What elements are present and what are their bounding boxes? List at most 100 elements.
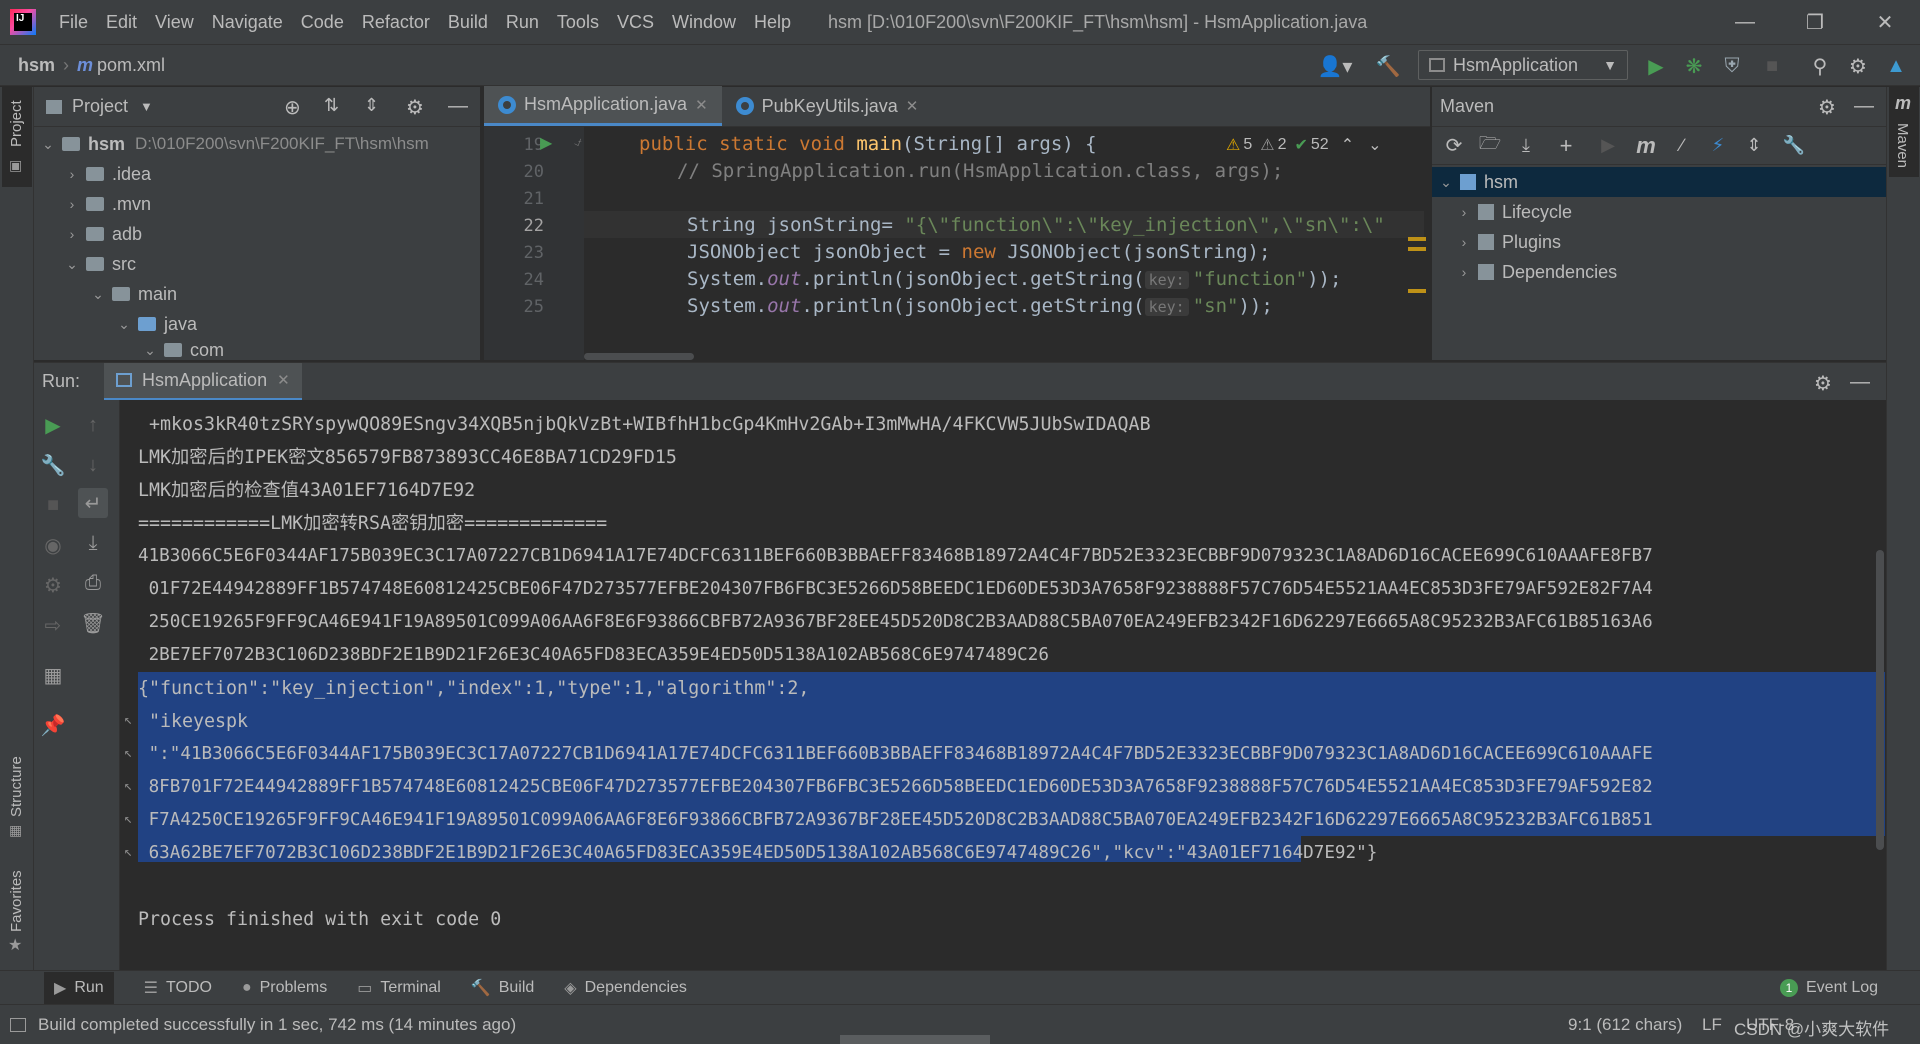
pin-icon[interactable]: 📌 bbox=[38, 710, 68, 740]
bottom-tab-build[interactable]: 🔨 Build bbox=[471, 978, 535, 998]
bottom-tab-dependencies[interactable]: ◈ Dependencies bbox=[564, 978, 687, 998]
wrench-icon[interactable]: 🔧 bbox=[38, 450, 68, 480]
run-icon[interactable]: ▶ bbox=[1641, 51, 1671, 81]
tab-pubkeyutils[interactable]: PubKeyUtils.java ✕ bbox=[722, 86, 933, 126]
menu-file[interactable]: File bbox=[50, 12, 97, 33]
bottom-tab-terminal[interactable]: ▭ Terminal bbox=[357, 978, 441, 998]
settings-icon[interactable]: ⚙ bbox=[38, 570, 68, 600]
stop-icon[interactable]: ■ bbox=[1757, 51, 1787, 81]
run-maven-icon[interactable]: ▶ bbox=[1588, 135, 1628, 156]
execute-goal-icon[interactable]: m bbox=[1628, 133, 1664, 159]
maven-wrench-icon[interactable]: 🔧 bbox=[1772, 135, 1816, 156]
menu-navigate[interactable]: Navigate bbox=[203, 12, 292, 33]
code-line-20[interactable]: // SpringApplication.run(HsmApplication.… bbox=[677, 160, 1283, 182]
run-configuration-select[interactable]: HsmApplication ▼ bbox=[1418, 50, 1628, 80]
favorites-stripe-label[interactable]: Favorites bbox=[8, 870, 25, 932]
error-stripe-mark[interactable] bbox=[1408, 247, 1426, 251]
project-panel-title[interactable]: Project bbox=[72, 96, 128, 117]
fold-icon[interactable]: ⍻ bbox=[574, 133, 582, 150]
console-vertical-scrollbar[interactable] bbox=[1876, 550, 1884, 850]
download-icon[interactable]: ⤓ bbox=[1508, 135, 1544, 156]
code-line-23[interactable]: JSONObject jsonObject = new JSONObject(j… bbox=[687, 241, 1270, 263]
collapse-all-icon[interactable]: ⇕ bbox=[364, 95, 379, 116]
menu-refactor[interactable]: Refactor bbox=[353, 12, 439, 33]
structure-stripe-label[interactable]: Structure bbox=[8, 756, 25, 817]
locate-target-icon[interactable]: ⊕ bbox=[284, 95, 301, 120]
toolbox-icon[interactable]: ▲ bbox=[1881, 51, 1911, 81]
exit-icon[interactable]: ⇨ bbox=[38, 610, 68, 640]
line-separator[interactable]: LF bbox=[1702, 1015, 1722, 1035]
minimize-icon[interactable]: — bbox=[1710, 0, 1780, 44]
caret-position[interactable]: 9:1 (612 chars) bbox=[1568, 1015, 1682, 1035]
menu-help[interactable]: Help bbox=[745, 12, 800, 33]
code-line-24[interactable]: System.out.println(jsonObject.getString(… bbox=[687, 268, 1341, 290]
horizontal-scrollbar[interactable] bbox=[584, 353, 694, 360]
project-settings-gear-icon[interactable]: ⚙ bbox=[406, 95, 424, 120]
chevron-up-icon[interactable]: ⌃ bbox=[1341, 135, 1354, 155]
event-log-button[interactable]: 1 Event Log bbox=[1780, 979, 1878, 997]
console-output[interactable]: +mkos3kR40tzSRYspywQO89ESngv34XQB5njbQkV… bbox=[120, 400, 1886, 970]
scroll-down-icon[interactable]: ↓ bbox=[78, 450, 108, 480]
inspection-widget[interactable]: ⚠ 5 ⚠ 2 ✔ 52 ⌃ ⌄ bbox=[1226, 133, 1426, 157]
code-line-19[interactable]: public static void main(String[] args) { bbox=[639, 133, 1097, 155]
bottom-tab-todo[interactable]: ☰ TODO bbox=[144, 978, 212, 998]
tab-hsmapplication[interactable]: HsmApplication.java ✕ bbox=[484, 86, 722, 126]
error-stripe-mark[interactable] bbox=[1408, 289, 1426, 293]
menu-window[interactable]: Window bbox=[663, 12, 745, 33]
stop-icon[interactable]: ■ bbox=[38, 490, 68, 520]
code-line-25[interactable]: System.out.println(jsonObject.getString(… bbox=[687, 295, 1273, 317]
hide-panel-icon[interactable]: — bbox=[1850, 371, 1870, 394]
menu-tools[interactable]: Tools bbox=[548, 12, 608, 33]
bottom-tab-run[interactable]: ▶ Run bbox=[44, 971, 114, 1004]
collapse-all-icon[interactable]: ⇕ bbox=[1736, 135, 1772, 156]
chevron-down-icon[interactable]: ▼ bbox=[140, 99, 153, 114]
hide-panel-icon[interactable]: — bbox=[1854, 95, 1874, 118]
menu-code[interactable]: Code bbox=[292, 12, 353, 33]
skip-tests-icon[interactable]: ⚡ bbox=[1700, 135, 1736, 156]
project-stripe-label[interactable]: Project bbox=[8, 100, 25, 147]
tree-item-com[interactable]: ⌄ com bbox=[142, 335, 224, 365]
search-icon[interactable]: ⚲ bbox=[1805, 51, 1835, 81]
chevron-down-icon[interactable]: ⌄ bbox=[1368, 135, 1381, 155]
tree-item-mvn[interactable]: › .mvn bbox=[64, 189, 151, 219]
hide-panel-icon[interactable]: — bbox=[448, 95, 468, 118]
toggle-offline-icon[interactable]: ∕ bbox=[1664, 135, 1700, 156]
tree-item-main[interactable]: ⌄ main bbox=[90, 279, 177, 309]
tree-item-hsm[interactable]: ⌄ hsm D:\010F200\svn\F200KIF_FT\hsm\hsm bbox=[40, 129, 429, 159]
error-stripe-mark[interactable] bbox=[1408, 237, 1426, 241]
expand-all-icon[interactable]: ⇅ bbox=[324, 95, 339, 116]
build-hammer-icon[interactable]: 🔨 bbox=[1373, 51, 1403, 81]
close-tab-icon[interactable]: ✕ bbox=[906, 97, 919, 115]
print-icon[interactable]: ⎙ bbox=[78, 568, 108, 598]
layout-icon[interactable]: ▦ bbox=[38, 660, 68, 690]
maven-tree-lifecycle[interactable]: › Lifecycle bbox=[1456, 197, 1572, 227]
scroll-to-end-icon[interactable]: ⤓ bbox=[78, 528, 108, 558]
reload-icon[interactable]: ⟳ bbox=[1436, 133, 1472, 158]
panel-toggle-icon[interactable] bbox=[10, 1017, 26, 1032]
menu-view[interactable]: View bbox=[146, 12, 203, 33]
tree-item-idea[interactable]: › .idea bbox=[64, 159, 151, 189]
run-gutter-icon[interactable]: ▶ bbox=[540, 133, 552, 153]
maven-tree-dependencies[interactable]: › Dependencies bbox=[1456, 257, 1617, 287]
camera-icon[interactable]: ◉ bbox=[38, 530, 68, 560]
run-tab-hsmapplication[interactable]: HsmApplication ✕ bbox=[104, 362, 302, 401]
restore-icon[interactable]: ❐ bbox=[1780, 0, 1850, 44]
menu-build[interactable]: Build bbox=[439, 12, 497, 33]
debug-icon[interactable]: ❋ bbox=[1679, 51, 1709, 81]
breadcrumb-project[interactable]: hsm bbox=[18, 55, 55, 76]
bottom-tab-problems[interactable]: ● Problems bbox=[242, 979, 327, 997]
close-tab-icon[interactable]: ✕ bbox=[277, 371, 290, 389]
add-folder-icon[interactable]: 🗁 bbox=[1472, 131, 1508, 161]
menu-run[interactable]: Run bbox=[497, 12, 548, 33]
close-icon[interactable]: ✕ bbox=[1850, 0, 1920, 44]
clear-trash-icon[interactable]: 🗑 bbox=[78, 608, 108, 638]
coverage-icon[interactable]: ⛨ bbox=[1717, 51, 1747, 81]
run-settings-gear-icon[interactable]: ⚙ bbox=[1814, 371, 1832, 396]
code-line-22[interactable]: String jsonString= "{\"function\":\"key_… bbox=[687, 214, 1385, 236]
breadcrumb-file[interactable]: pom.xml bbox=[97, 55, 165, 76]
tree-item-src[interactable]: ⌄ src bbox=[64, 249, 136, 279]
menu-edit[interactable]: Edit bbox=[97, 12, 146, 33]
close-tab-icon[interactable]: ✕ bbox=[695, 96, 708, 114]
maven-stripe-label[interactable]: Maven bbox=[1894, 123, 1911, 168]
soft-wrap-icon[interactable]: ↵ bbox=[78, 488, 108, 518]
